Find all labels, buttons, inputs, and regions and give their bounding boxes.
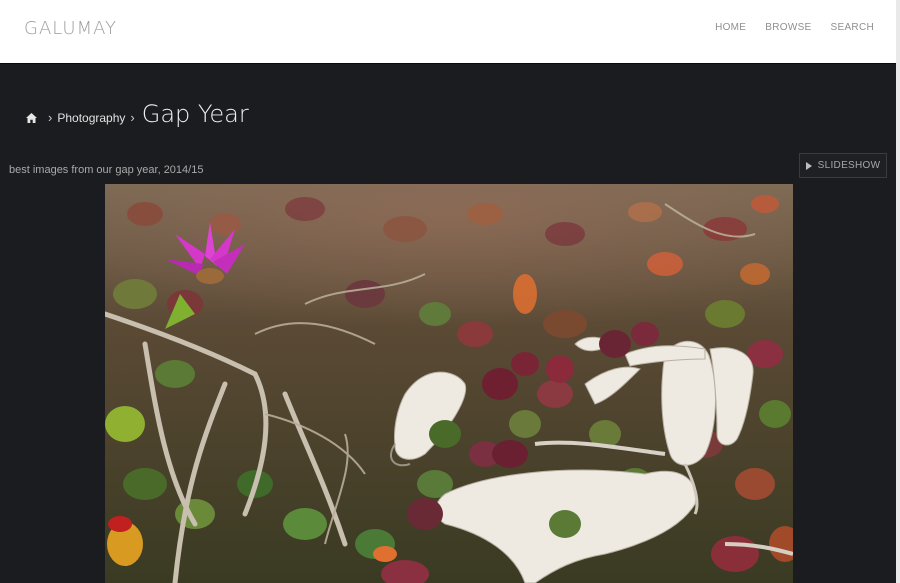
main-nav: HOME BROWSE SEARCH [715,22,874,33]
nav-search-link[interactable]: SEARCH [831,22,874,33]
breadcrumb: › Photography › Gap Year [26,100,249,128]
play-icon [805,161,812,170]
site-header: GALUMAY HOME BROWSE SEARCH [0,0,896,64]
chevron-right-icon: › [48,110,53,125]
gallery-description: best images from our gap year, 2014/15 [9,164,204,176]
breadcrumb-photography-link[interactable]: Photography [57,111,125,125]
succulent-crab-photo [105,184,793,583]
chevron-right-icon: › [130,110,135,125]
site-logo[interactable]: GALUMAY [24,18,117,39]
page-title: Gap Year [141,100,249,128]
window-edge [896,0,900,583]
gallery-photo[interactable] [105,184,793,583]
slideshow-label: SLIDESHOW [817,160,881,171]
nav-browse-link[interactable]: BROWSE [765,22,811,33]
nav-home-link[interactable]: HOME [715,22,746,33]
home-icon[interactable] [26,110,37,123]
slideshow-button[interactable]: SLIDESHOW [799,153,887,178]
